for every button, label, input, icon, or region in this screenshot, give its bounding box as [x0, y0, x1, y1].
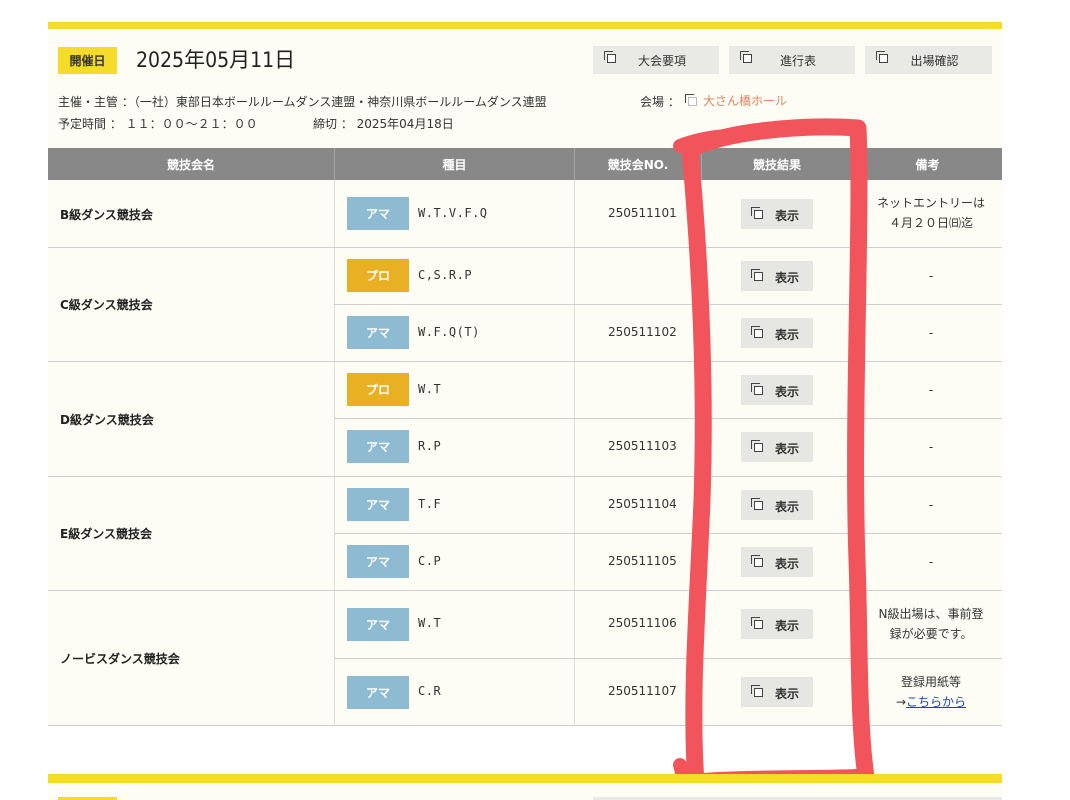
- window-icon: [751, 617, 763, 629]
- show-result-button[interactable]: 表示: [741, 318, 813, 348]
- event-category: C,S.R.P: [418, 268, 473, 282]
- window-icon: [751, 498, 763, 510]
- competition-no: 250511107: [608, 684, 677, 698]
- guidelines-button[interactable]: 大会要項: [593, 46, 719, 74]
- window-icon: [751, 555, 763, 567]
- scheduled-time: 予定時間 ： １１：００～２１：００: [58, 117, 258, 131]
- venue-label: 会場 ：: [640, 95, 680, 109]
- competition-name: ノービスダンス競技会: [60, 652, 180, 666]
- venue-link[interactable]: 大さん橋ホール: [685, 92, 787, 109]
- remarks-note: -: [928, 498, 934, 512]
- event-category: T.F: [418, 497, 442, 511]
- show-result-button[interactable]: 表示: [741, 199, 813, 229]
- entry-check-button[interactable]: 出場確認: [865, 46, 992, 74]
- remarks-note: 登録用紙等 →こちらから: [895, 675, 967, 709]
- window-icon: [751, 685, 763, 697]
- schedule-button[interactable]: 進行表: [729, 46, 855, 74]
- competition-name: D級ダンス競技会: [60, 413, 154, 427]
- type-badge-ama: アマ: [347, 676, 409, 709]
- event-date: 2025年05月11日: [136, 48, 296, 72]
- competition-no: 250511103: [608, 439, 677, 453]
- register-form-link[interactable]: こちらから: [906, 695, 966, 709]
- competition-no: 250511104: [608, 497, 677, 511]
- show-result-button[interactable]: 表示: [741, 677, 813, 707]
- type-badge-ama: アマ: [347, 545, 409, 578]
- button-label: 出場確認: [910, 53, 959, 68]
- remarks-note: -: [928, 269, 934, 283]
- competition-no: 250511102: [608, 325, 677, 339]
- window-icon: [751, 207, 763, 219]
- event-category: C.R: [418, 684, 442, 698]
- event-category: C.P: [418, 554, 442, 568]
- header-remarks: 備考: [915, 157, 940, 172]
- button-label: 大会要項: [637, 53, 686, 68]
- remarks-note: -: [928, 555, 934, 569]
- event-category: W.T: [418, 382, 442, 396]
- type-badge-ama: アマ: [347, 430, 409, 463]
- show-result-button[interactable]: 表示: [741, 490, 813, 520]
- button-label: 進行表: [779, 53, 816, 68]
- header-result: 競技結果: [752, 157, 801, 172]
- type-badge-ama: アマ: [347, 608, 409, 641]
- competition-name: B級ダンス競技会: [60, 208, 153, 222]
- window-icon: [685, 94, 697, 106]
- remarks-note: -: [928, 440, 934, 454]
- show-result-button[interactable]: 表示: [741, 547, 813, 577]
- deadline: 締切 ： 2025年04月18日: [313, 117, 454, 131]
- window-icon: [751, 383, 763, 395]
- event-category: R.P: [418, 439, 442, 453]
- competition-no: 250511101: [608, 206, 677, 220]
- date-label-badge: 開催日: [58, 47, 117, 74]
- header-event-type: 種目: [442, 157, 467, 172]
- event-category: W.T.V.F.Q: [418, 206, 488, 220]
- table-header: 競技会名 種目 競技会NO. 競技結果 備考: [48, 148, 1002, 180]
- type-badge-pro: プロ: [347, 259, 409, 292]
- venue-name[interactable]: 大さん橋ホール: [703, 94, 787, 108]
- show-result-button[interactable]: 表示: [741, 432, 813, 462]
- type-badge-ama: アマ: [347, 316, 409, 349]
- show-result-button[interactable]: 表示: [741, 261, 813, 291]
- type-badge-pro: プロ: [347, 373, 409, 406]
- competition-name: E級ダンス競技会: [60, 527, 152, 541]
- remarks-note: -: [928, 383, 934, 397]
- type-badge-ama: アマ: [347, 488, 409, 521]
- remarks-note: ネットエントリーは ４月２０日㈰迄: [876, 196, 985, 230]
- window-icon: [751, 326, 763, 338]
- organizer-text: 主催・主管 ：（一社）東部日本ボールルームダンス連盟・神奈川県ボールルームダンス…: [58, 95, 547, 109]
- event-category: W.T: [418, 616, 442, 630]
- window-icon: [751, 440, 763, 452]
- header-competition-no: 競技会NO.: [607, 157, 669, 172]
- competition-no: 250511105: [608, 554, 677, 568]
- competition-no: 250511106: [608, 616, 677, 630]
- header-competition-name: 競技会名: [166, 157, 215, 172]
- show-result-button[interactable]: 表示: [741, 609, 813, 639]
- type-badge-ama: アマ: [347, 197, 409, 230]
- window-icon: [751, 269, 763, 281]
- remarks-note: -: [928, 326, 934, 340]
- competition-name: C級ダンス競技会: [60, 298, 153, 312]
- next-event-top-bar: [48, 774, 1002, 783]
- remarks-note: N級出場は、事前登 録が必要です。: [878, 607, 984, 641]
- show-result-button[interactable]: 表示: [741, 375, 813, 405]
- event-category: W.F.Q(T): [418, 325, 480, 339]
